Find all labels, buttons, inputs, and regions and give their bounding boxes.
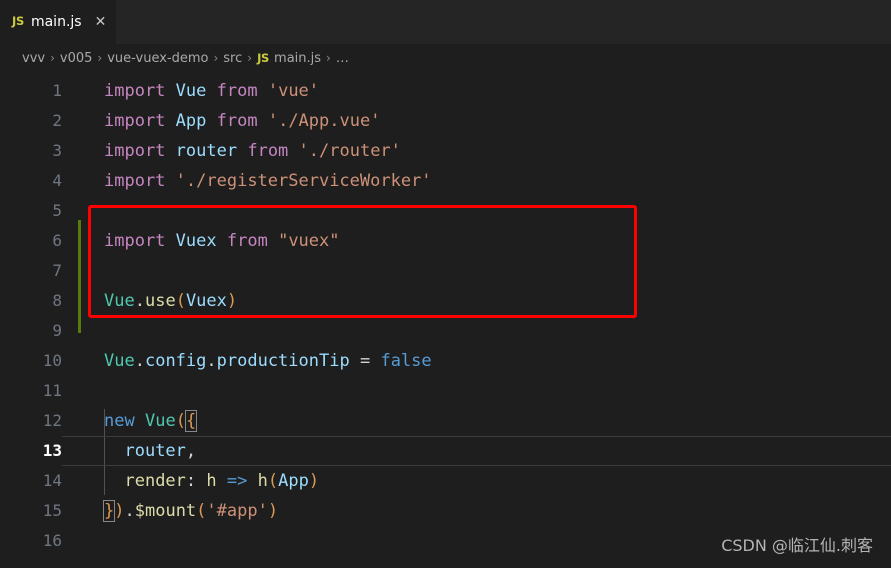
- code-line-text: }).$mount('#app'): [102, 500, 279, 522]
- line-number: 5: [52, 201, 62, 220]
- breadcrumb-separator: ›: [97, 51, 103, 65]
- code-editor[interactable]: 1 import Vue from 'vue' 2 import App fro…: [0, 72, 891, 556]
- tab-main-js[interactable]: JS main.js ✕: [0, 0, 117, 44]
- code-line-text: import './registerServiceWorker': [104, 171, 432, 191]
- breadcrumb-separator: ›: [213, 51, 219, 65]
- code-line[interactable]: 1 import Vue from 'vue': [0, 76, 891, 106]
- line-number: 7: [52, 261, 62, 280]
- code-line-text: import App from './App.vue': [104, 111, 381, 131]
- line-number: 4: [52, 171, 62, 190]
- code-line[interactable]: 11: [0, 376, 891, 406]
- code-line[interactable]: 4 import './registerServiceWorker': [0, 166, 891, 196]
- breadcrumb-item-src[interactable]: src: [223, 51, 242, 66]
- line-number: 14: [42, 471, 62, 490]
- line-number: 3: [52, 141, 62, 160]
- code-line[interactable]: 10 Vue.config.productionTip = false: [0, 346, 891, 376]
- watermark: CSDN @临江仙.刺客: [721, 536, 873, 555]
- code-line[interactable]: 2 import App from './App.vue': [0, 106, 891, 136]
- code-line[interactable]: 12 new Vue({: [0, 406, 891, 436]
- code-line[interactable]: 9: [0, 316, 891, 346]
- close-icon[interactable]: ✕: [95, 15, 107, 29]
- line-number: 8: [52, 291, 62, 310]
- breadcrumb-separator: ›: [50, 51, 55, 65]
- breadcrumb: vvv › v005 › vue-vuex-demo › src › JS ma…: [0, 44, 891, 72]
- line-number: 6: [52, 231, 62, 250]
- code-line[interactable]: 7: [0, 256, 891, 286]
- js-file-icon: JS: [12, 14, 24, 29]
- code-line-text: new Vue({: [104, 410, 198, 432]
- code-line[interactable]: 8 Vue.use(Vuex): [0, 286, 891, 316]
- line-number: 12: [42, 411, 62, 430]
- code-line-active[interactable]: 13 router,: [0, 436, 891, 466]
- vscode-editor-window: JS main.js ✕ vvv › v005 › vue-vuex-demo …: [0, 0, 891, 568]
- line-number: 16: [42, 531, 62, 550]
- breadcrumb-item-main-js[interactable]: main.js: [274, 51, 321, 66]
- editor-tab-bar: JS main.js ✕: [0, 0, 891, 44]
- code-line-text: router,: [124, 441, 197, 461]
- code-line[interactable]: 15 }).$mount('#app'): [0, 496, 891, 526]
- code-line-text: render: h => h(App): [124, 471, 320, 491]
- code-line[interactable]: 3 import router from './router': [0, 136, 891, 166]
- line-number: 9: [52, 321, 62, 340]
- code-line[interactable]: 5: [0, 196, 891, 226]
- line-number: 10: [42, 351, 62, 370]
- breadcrumb-separator: ›: [247, 51, 253, 65]
- breadcrumb-item-v005[interactable]: v005: [60, 51, 93, 66]
- js-file-icon: JS: [257, 51, 270, 65]
- code-line-text: import router from './router': [104, 141, 401, 161]
- code-line-text: Vue.use(Vuex): [104, 291, 238, 311]
- line-number: 13: [42, 441, 62, 460]
- code-line-text: Vue.config.productionTip = false: [104, 351, 432, 371]
- tab-label: main.js: [30, 14, 82, 30]
- bracket-match-highlight: }: [102, 500, 116, 522]
- line-number: 1: [52, 81, 62, 100]
- line-number: 15: [42, 501, 62, 520]
- code-line-text: import Vuex from "vuex": [104, 231, 340, 251]
- breadcrumb-item-more[interactable]: …: [336, 51, 349, 66]
- line-number: 11: [42, 381, 62, 400]
- code-line[interactable]: 6 import Vuex from "vuex": [0, 226, 891, 256]
- line-number: 2: [52, 111, 62, 130]
- code-line[interactable]: 14 render: h => h(App): [0, 466, 891, 496]
- code-line-text: import Vue from 'vue': [104, 81, 320, 101]
- breadcrumb-item-vvv[interactable]: vvv: [22, 51, 45, 66]
- breadcrumb-separator: ›: [326, 51, 331, 65]
- breadcrumb-item-vue-vuex-demo[interactable]: vue-vuex-demo: [107, 51, 208, 66]
- bracket-match-highlight: {: [184, 410, 198, 432]
